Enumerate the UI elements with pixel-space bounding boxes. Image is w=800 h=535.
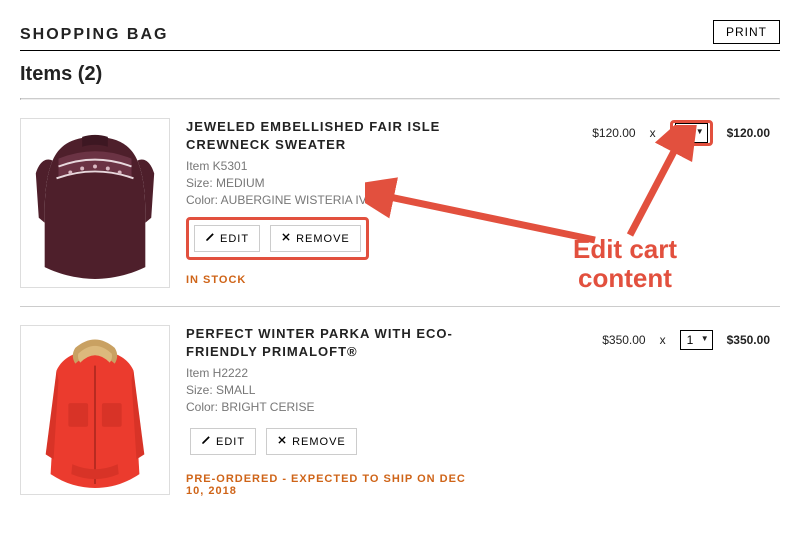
edit-label: EDIT xyxy=(216,436,245,448)
product-name: PERFECT WINTER PARKA WITH ECO-FRIENDLY P… xyxy=(186,325,484,360)
multiply-symbol: x xyxy=(650,120,656,146)
item-code: Item H2222 xyxy=(186,366,484,380)
edit-label: EDIT xyxy=(220,233,249,245)
line-total: $350.00 xyxy=(727,327,770,353)
product-name: JEWELED EMBELLISHED FAIR ISLE CREWNECK S… xyxy=(186,118,484,153)
pencil-icon xyxy=(205,232,215,245)
print-button[interactable]: PRINT xyxy=(713,20,780,44)
item-code: Item K5301 xyxy=(186,159,484,173)
close-icon xyxy=(281,232,291,245)
item-size: Size: SMALL xyxy=(186,383,484,397)
edit-remove-group-highlighted: EDIT REMOVE xyxy=(186,217,369,260)
product-info: PERFECT WINTER PARKA WITH ECO-FRIENDLY P… xyxy=(170,325,500,497)
multiply-symbol: x xyxy=(660,327,666,353)
unit-price: $350.00 xyxy=(602,327,645,353)
cart-item: JEWELED EMBELLISHED FAIR ISLE CREWNECK S… xyxy=(20,100,780,306)
remove-button[interactable]: REMOVE xyxy=(266,428,357,455)
product-info: JEWELED EMBELLISHED FAIR ISLE CREWNECK S… xyxy=(170,118,500,288)
price-column: $120.00 x 1 $120.00 xyxy=(500,118,770,288)
close-icon xyxy=(277,435,287,448)
pencil-icon xyxy=(201,435,211,448)
qty-highlight: 1 xyxy=(670,120,713,146)
stock-status: PRE-ORDERED - EXPECTED TO SHIP ON DEC 10… xyxy=(186,473,484,497)
remove-label: REMOVE xyxy=(292,436,346,448)
remove-label: REMOVE xyxy=(296,233,350,245)
quantity-select[interactable]: 1 xyxy=(680,330,713,350)
items-heading: Items (2) xyxy=(20,63,780,86)
header-row: SHOPPING BAG PRINT xyxy=(20,20,780,51)
line-total: $120.00 xyxy=(727,120,770,146)
unit-price: $120.00 xyxy=(592,120,635,146)
edit-button[interactable]: EDIT xyxy=(190,428,256,455)
item-color: Color: BRIGHT CERISE xyxy=(186,400,484,414)
price-column: $350.00 x 1 $350.00 xyxy=(500,325,770,497)
product-image[interactable] xyxy=(20,118,170,288)
item-size: Size: MEDIUM xyxy=(186,176,484,190)
qty-wrap: 1 xyxy=(680,327,713,353)
edit-remove-group: EDIT REMOVE xyxy=(186,424,361,459)
product-image[interactable] xyxy=(20,325,170,495)
remove-button[interactable]: REMOVE xyxy=(270,225,361,252)
edit-button[interactable]: EDIT xyxy=(194,225,260,252)
page-title: SHOPPING BAG xyxy=(20,26,168,44)
stock-status: IN STOCK xyxy=(186,274,484,286)
quantity-select[interactable]: 1 xyxy=(675,123,708,143)
item-color: Color: AUBERGINE WISTERIA IVORY xyxy=(186,193,484,207)
cart-item: PERFECT WINTER PARKA WITH ECO-FRIENDLY P… xyxy=(20,306,780,515)
